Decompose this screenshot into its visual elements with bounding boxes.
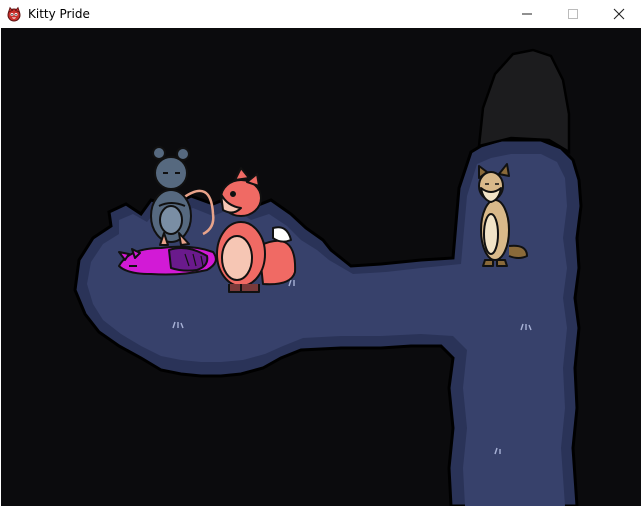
app-window: Kitty Pride — [0, 0, 642, 507]
maximize-icon — [568, 9, 578, 19]
game-viewport[interactable] — [1, 28, 641, 506]
maximize-button[interactable] — [550, 0, 596, 28]
minimize-button[interactable] — [504, 0, 550, 28]
game-scene — [73, 48, 583, 506]
minimize-icon — [522, 13, 532, 15]
close-icon — [613, 8, 625, 20]
title-bar[interactable]: Kitty Pride — [0, 0, 642, 28]
cat-face-icon — [7, 6, 21, 22]
purple-cat-character — [118, 245, 217, 276]
window-title: Kitty Pride — [28, 7, 90, 21]
cave-opening — [477, 48, 571, 155]
red-fox-character — [216, 167, 297, 293]
close-button[interactable] — [596, 0, 642, 28]
